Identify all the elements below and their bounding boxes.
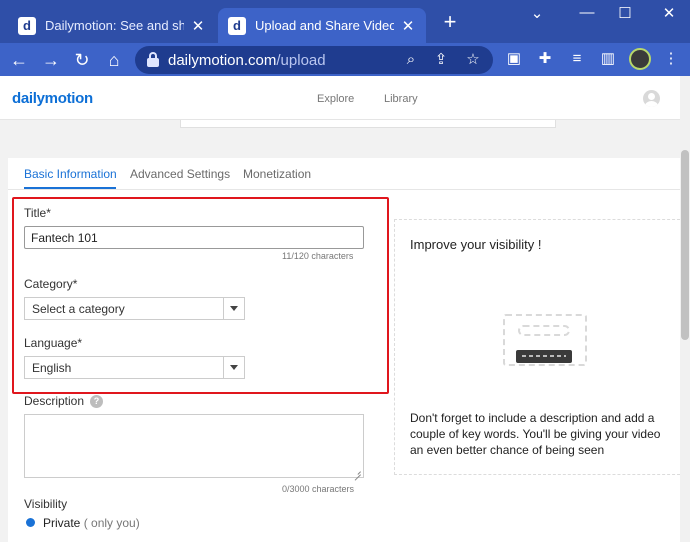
scrollbar-thumb[interactable] xyxy=(681,150,689,340)
dailymotion-favicon-icon: d xyxy=(18,16,36,35)
share-icon[interactable]: ⇪ xyxy=(431,50,451,70)
zoom-icon[interactable]: ⌕ xyxy=(401,50,421,70)
new-tab-button[interactable]: + xyxy=(438,11,462,35)
tab-advanced-settings[interactable]: Advanced Settings xyxy=(130,167,230,181)
info-icon[interactable]: ? xyxy=(90,395,103,408)
reload-icon[interactable]: ↻ xyxy=(71,49,93,71)
url-text: dailymotion.com/upload xyxy=(168,52,326,69)
browser-tab-dailymotion-home[interactable]: d Dailymotion: See and share t ✕ xyxy=(8,8,216,43)
media-playlist-icon[interactable]: ≡ xyxy=(566,48,588,70)
screenshot-extension-icon[interactable]: ▣ xyxy=(503,48,525,70)
active-tab-indicator xyxy=(24,187,116,189)
upload-card xyxy=(180,120,556,128)
side-panel-icon[interactable]: ▥ xyxy=(597,48,619,70)
browser-tab-title: Upload and Share Videos | D xyxy=(255,18,394,33)
star-bookmark-icon[interactable]: ☆ xyxy=(463,50,483,70)
visibility-label: Visibility xyxy=(24,497,68,511)
dailymotion-favicon-icon: d xyxy=(228,16,246,35)
lock-icon xyxy=(147,52,159,67)
extensions-puzzle-icon[interactable]: ✚ xyxy=(534,48,556,70)
site-header: dailymotion Explore Library xyxy=(0,76,680,120)
tab-monetization[interactable]: Monetization xyxy=(243,167,311,181)
close-window-icon[interactable]: ✕ xyxy=(658,4,680,24)
more-menu-icon[interactable]: ⋮ xyxy=(660,48,682,70)
visibility-tips-text: Don't forget to include a description an… xyxy=(410,411,661,457)
details-tabs: Basic Information Advanced Settings Mone… xyxy=(8,158,680,190)
browser-tab-upload[interactable]: d Upload and Share Videos | D ✕ xyxy=(218,8,426,43)
nav-library[interactable]: Library xyxy=(384,93,418,105)
browser-toolbar: ← → ↻ ⌂ dailymotion.com/upload ⌕ ⇪ ☆ ▣ ✚… xyxy=(0,43,690,76)
resize-handle-icon[interactable] xyxy=(353,467,361,475)
private-radio-label[interactable]: Private ( only you) xyxy=(43,516,140,530)
profile-avatar[interactable] xyxy=(629,48,651,70)
maximize-icon[interactable]: ☐ xyxy=(614,4,636,24)
minimize-icon[interactable]: — xyxy=(576,4,598,24)
visibility-tips-title: Improve your visibility ! xyxy=(410,237,542,252)
tab-basic-information[interactable]: Basic Information xyxy=(24,167,117,181)
browser-tab-strip: d Dailymotion: See and share t ✕ d Uploa… xyxy=(0,0,690,43)
dailymotion-logo[interactable]: dailymotion xyxy=(12,90,93,107)
home-icon[interactable]: ⌂ xyxy=(103,49,125,71)
chevron-down-icon[interactable]: ⌄ xyxy=(526,4,548,24)
forward-arrow-icon[interactable]: → xyxy=(40,49,62,71)
description-character-counter: 0/3000 characters xyxy=(282,484,355,494)
browser-tab-title: Dailymotion: See and share t xyxy=(45,18,184,33)
description-label: Description xyxy=(24,394,85,408)
address-bar[interactable]: dailymotion.com/upload ⌕ ⇪ ☆ xyxy=(135,46,493,74)
nav-explore[interactable]: Explore xyxy=(317,93,354,105)
back-arrow-icon[interactable]: ← xyxy=(8,49,30,71)
close-tab-icon[interactable]: ✕ xyxy=(190,17,206,35)
video-upload-illustration-icon xyxy=(502,312,590,372)
private-radio-button[interactable] xyxy=(26,518,35,527)
close-tab-icon[interactable]: ✕ xyxy=(400,17,416,35)
annotation-highlight-box xyxy=(12,197,389,394)
description-textarea[interactable] xyxy=(24,414,364,478)
user-avatar-icon[interactable] xyxy=(643,90,660,107)
